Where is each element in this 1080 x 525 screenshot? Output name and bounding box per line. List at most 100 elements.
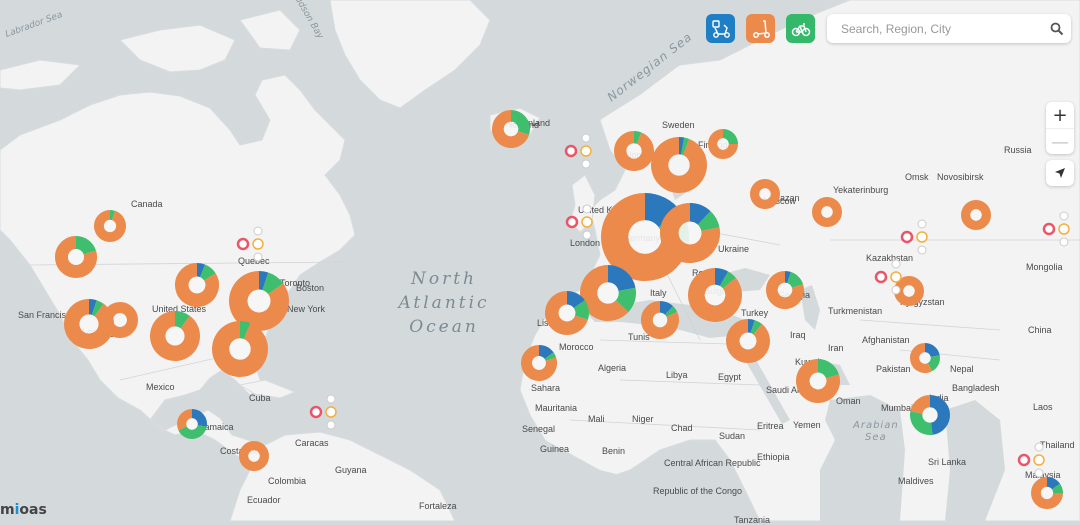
station-cluster-donut[interactable] <box>158 319 193 353</box>
small-cluster-marker[interactable] <box>876 260 901 294</box>
grey-ring <box>583 231 591 239</box>
donut-segment <box>567 298 579 304</box>
small-cluster-marker[interactable] <box>1044 212 1069 246</box>
donut-segment <box>197 270 203 271</box>
red-ring <box>1044 224 1054 234</box>
filter-scooter-button[interactable] <box>746 14 775 43</box>
station-cluster-donut[interactable] <box>182 414 203 435</box>
mode-filters <box>706 14 815 43</box>
red-ring <box>238 239 248 249</box>
donut-center <box>759 188 770 199</box>
yellow-ring <box>581 146 591 156</box>
search-button[interactable] <box>1043 14 1071 43</box>
station-cluster-donut[interactable] <box>755 184 776 205</box>
donut-segment <box>715 276 724 278</box>
station-cluster-donut[interactable] <box>99 215 121 237</box>
locate-me-button[interactable] <box>1046 160 1074 186</box>
small-cluster-marker[interactable] <box>238 227 263 261</box>
search-box <box>827 14 1071 43</box>
filter-bike-button[interactable] <box>786 14 815 43</box>
grey-ring <box>892 260 900 268</box>
donut-center <box>922 407 937 422</box>
donut-center <box>919 352 930 363</box>
station-cluster-donut[interactable] <box>182 270 212 300</box>
donut-segment <box>634 137 639 138</box>
grey-ring <box>582 160 590 168</box>
yellow-ring <box>326 407 336 417</box>
donut-segment <box>683 146 686 147</box>
station-cluster-donut[interactable] <box>915 348 936 369</box>
station-cluster-donut[interactable] <box>62 243 91 272</box>
station-cluster-donut[interactable] <box>238 280 279 321</box>
donut-segment <box>1047 482 1056 487</box>
donut-center <box>653 313 667 327</box>
grey-ring <box>1035 469 1043 477</box>
grey-ring <box>918 220 926 228</box>
donut-segment <box>660 307 669 311</box>
donut-center <box>80 315 99 334</box>
grey-ring <box>918 246 926 254</box>
navigation-arrow-icon <box>1054 167 1066 179</box>
station-cluster-donut[interactable] <box>498 116 524 142</box>
search-input[interactable] <box>839 21 1043 37</box>
station-cluster-donut[interactable] <box>696 276 733 313</box>
zoom-out-button[interactable]: — <box>1046 128 1074 155</box>
station-cluster-donut[interactable] <box>733 326 763 356</box>
donut-segment <box>265 281 275 289</box>
station-cluster-donut[interactable] <box>817 202 838 223</box>
station-cluster-donut[interactable] <box>772 277 798 303</box>
station-cluster-donut[interactable] <box>244 446 265 467</box>
donut-segment <box>789 278 797 286</box>
station-cluster-donut[interactable] <box>1036 482 1058 504</box>
station-cluster-donut[interactable] <box>72 307 107 342</box>
station-cluster-donut[interactable] <box>647 307 673 333</box>
station-cluster-donut[interactable] <box>552 298 582 328</box>
filter-moped-button[interactable] <box>706 14 735 43</box>
donut-center <box>705 285 726 306</box>
red-ring <box>311 407 321 417</box>
donut-center <box>189 277 206 294</box>
station-markers[interactable] <box>0 0 1080 521</box>
donut-segment <box>785 277 789 278</box>
donut-center <box>1041 487 1053 499</box>
donut-center <box>778 283 792 297</box>
station-cluster-donut[interactable] <box>899 281 920 302</box>
donut-center <box>903 285 914 296</box>
grey-ring <box>582 134 590 142</box>
station-cluster-donut[interactable] <box>589 274 628 313</box>
miaas-logo: mioas <box>0 502 47 518</box>
station-cluster-donut[interactable] <box>803 366 833 396</box>
station-cluster-donut[interactable] <box>221 330 260 369</box>
small-cluster-marker[interactable] <box>566 134 591 168</box>
donut-segment <box>539 351 549 356</box>
station-cluster-donut[interactable] <box>966 205 987 226</box>
scooter-delivery-icon <box>710 18 732 40</box>
donut-center <box>626 143 641 158</box>
red-ring <box>567 217 577 227</box>
station-cluster-donut[interactable] <box>527 351 552 376</box>
donut-center <box>970 209 981 220</box>
red-ring <box>1019 455 1029 465</box>
donut-segment <box>89 307 94 308</box>
station-cluster-donut[interactable] <box>620 137 648 165</box>
donut-center <box>532 356 546 370</box>
donut-center <box>559 305 576 322</box>
donut-center <box>717 138 728 149</box>
small-cluster-marker[interactable] <box>311 395 336 429</box>
small-cluster-marker[interactable] <box>1019 443 1044 477</box>
grey-ring <box>1060 238 1068 246</box>
donut-segment <box>110 215 113 216</box>
grey-ring <box>327 421 335 429</box>
small-cluster-marker[interactable] <box>902 220 927 254</box>
station-cluster-donut[interactable] <box>660 146 699 185</box>
station-cluster-donut[interactable] <box>669 212 710 253</box>
donut-segment <box>753 327 758 330</box>
donut-center <box>668 154 689 175</box>
station-cluster-donut[interactable] <box>916 401 944 429</box>
zoom-in-button[interactable]: + <box>1046 102 1074 128</box>
donut-center <box>186 418 197 429</box>
small-cluster-marker[interactable] <box>567 205 592 239</box>
donut-segment <box>1056 487 1058 493</box>
donut-center <box>104 220 116 232</box>
station-cluster-donut[interactable] <box>713 134 734 155</box>
